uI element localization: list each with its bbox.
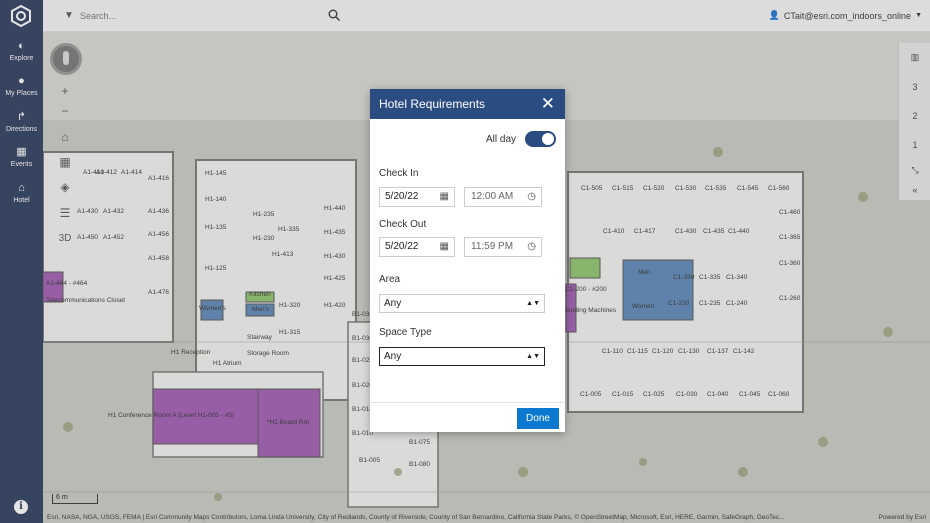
check-in-time-field[interactable]: 12:00 AM ◷ [464,187,542,207]
calendar-icon[interactable]: ▦ [440,238,449,256]
check-out-date-field[interactable]: 5/20/22 ▦ [379,237,455,257]
select-arrows-icon: ▲▼ [526,353,540,360]
space-type-select[interactable]: Any ▲▼ [379,347,545,366]
all-day-label: All day [485,133,516,145]
all-day-row: All day [486,131,556,147]
check-out-time-field[interactable]: 11:59 PM ◷ [464,237,542,257]
space-type-value: Any [384,351,402,362]
check-out-date-value: 5/20/22 [385,241,419,252]
dialog-title: Hotel Requirements [379,97,486,111]
check-in-date-field[interactable]: 5/20/22 ▦ [379,187,455,207]
area-value: Any [384,298,402,309]
check-in-date-value: 5/20/22 [385,191,419,202]
clock-icon[interactable]: ◷ [527,238,536,256]
clock-icon[interactable]: ◷ [527,188,536,206]
done-button[interactable]: Done [517,408,559,429]
select-arrows-icon: ▲▼ [526,300,540,307]
close-icon[interactable]: ✕ [541,89,555,119]
calendar-icon[interactable]: ▦ [440,188,449,206]
check-in-time-value: 12:00 AM [471,191,514,202]
check-in-label: Check In [379,168,419,179]
area-label: Area [379,274,401,285]
area-select[interactable]: Any ▲▼ [379,294,545,313]
space-type-label: Space Type [379,327,432,338]
dialog-footer: Done [370,402,565,432]
all-day-toggle[interactable] [525,131,556,147]
dialog-header: Hotel Requirements ✕ [370,89,565,119]
check-out-label: Check Out [379,219,427,230]
check-out-time-value: 11:59 PM [471,241,514,252]
hotel-requirements-dialog: Hotel Requirements ✕ All day Check In 5/… [370,89,565,432]
